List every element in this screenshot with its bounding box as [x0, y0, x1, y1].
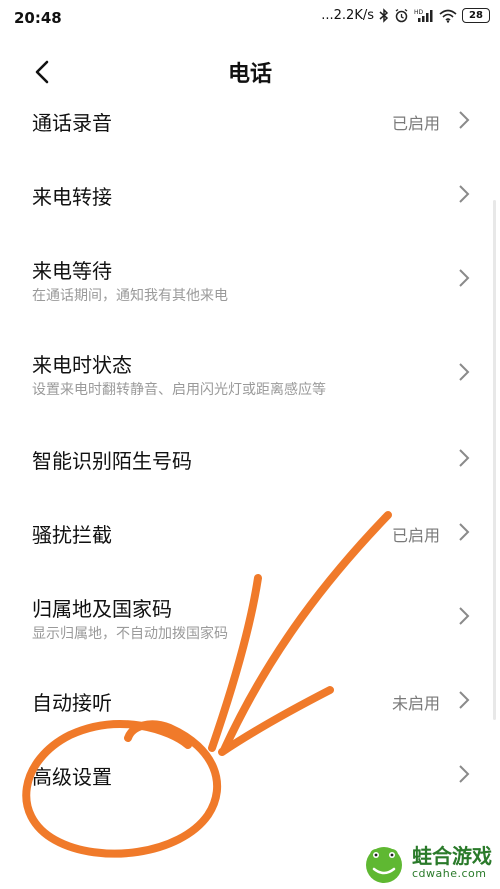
- setting-harassment-blocking[interactable]: 骚扰拦截 已启用: [0, 502, 500, 562]
- hd-signal-icon: HD: [414, 9, 433, 22]
- setting-location-country-code[interactable]: 归属地及国家码 显示归属地，不自动加拨国家码: [0, 578, 500, 654]
- status-icons: ...2.2K/s HD 28: [321, 8, 490, 23]
- setting-title: 智能识别陌生号码: [32, 449, 192, 473]
- chevron-right-icon: [459, 523, 470, 541]
- page-title: 电话: [227, 62, 272, 87]
- status-bar: 20:48 ...2.2K/s HD 28: [0, 0, 500, 36]
- setting-auto-answer[interactable]: 自动接听 未启用: [0, 670, 500, 730]
- frog-logo-icon: [366, 847, 402, 883]
- setting-title: 自动接听: [32, 691, 112, 715]
- watermark-name: 蛙合游戏: [412, 844, 492, 868]
- setting-title: 来电等待: [32, 259, 112, 283]
- setting-incoming-call-status[interactable]: 来电时状态 设置来电时翻转静音、启用闪光灯或距离感应等: [0, 334, 500, 410]
- network-speed: ...2.2K/s: [321, 8, 374, 23]
- setting-call-recording[interactable]: 通话录音 已启用: [0, 90, 500, 150]
- chevron-right-icon: [459, 449, 470, 467]
- chevron-right-icon: [459, 185, 470, 203]
- setting-call-forwarding[interactable]: 来电转接: [0, 164, 500, 224]
- setting-title: 高级设置: [32, 765, 112, 789]
- alarm-icon: [395, 8, 408, 23]
- setting-title: 来电转接: [32, 185, 112, 209]
- setting-subtitle: 在通话期间，通知我有其他来电: [32, 288, 228, 304]
- status-time: 20:48: [14, 9, 62, 27]
- setting-value: 未启用: [391, 694, 440, 713]
- chevron-right-icon: [459, 691, 470, 709]
- setting-advanced[interactable]: 高级设置: [0, 744, 500, 804]
- setting-title: 骚扰拦截: [32, 523, 112, 547]
- wifi-icon: [439, 9, 457, 23]
- setting-identify-unknown-numbers[interactable]: 智能识别陌生号码: [0, 428, 500, 488]
- setting-title: 来电时状态: [32, 353, 132, 377]
- battery-indicator: 28: [462, 8, 490, 23]
- scrollbar[interactable]: [493, 200, 496, 720]
- watermark: 蛙合游戏 cdwahe.com: [362, 841, 492, 885]
- setting-subtitle: 设置来电时翻转静音、启用闪光灯或距离感应等: [32, 382, 326, 398]
- setting-call-waiting[interactable]: 来电等待 在通话期间，通知我有其他来电: [0, 240, 500, 316]
- setting-title: 通话录音: [32, 111, 112, 135]
- watermark-url: cdwahe.com: [412, 867, 487, 880]
- svg-text:HD: HD: [414, 9, 424, 16]
- setting-subtitle: 显示归属地，不自动加拨国家码: [32, 626, 228, 642]
- chevron-right-icon: [459, 269, 470, 287]
- chevron-right-icon: [459, 111, 470, 129]
- setting-value: 已启用: [391, 114, 440, 133]
- setting-value: 已启用: [391, 526, 440, 545]
- setting-title: 归属地及国家码: [32, 597, 172, 621]
- chevron-right-icon: [459, 363, 470, 381]
- chevron-right-icon: [459, 607, 470, 625]
- bluetooth-icon: [379, 8, 389, 23]
- chevron-right-icon: [459, 765, 470, 783]
